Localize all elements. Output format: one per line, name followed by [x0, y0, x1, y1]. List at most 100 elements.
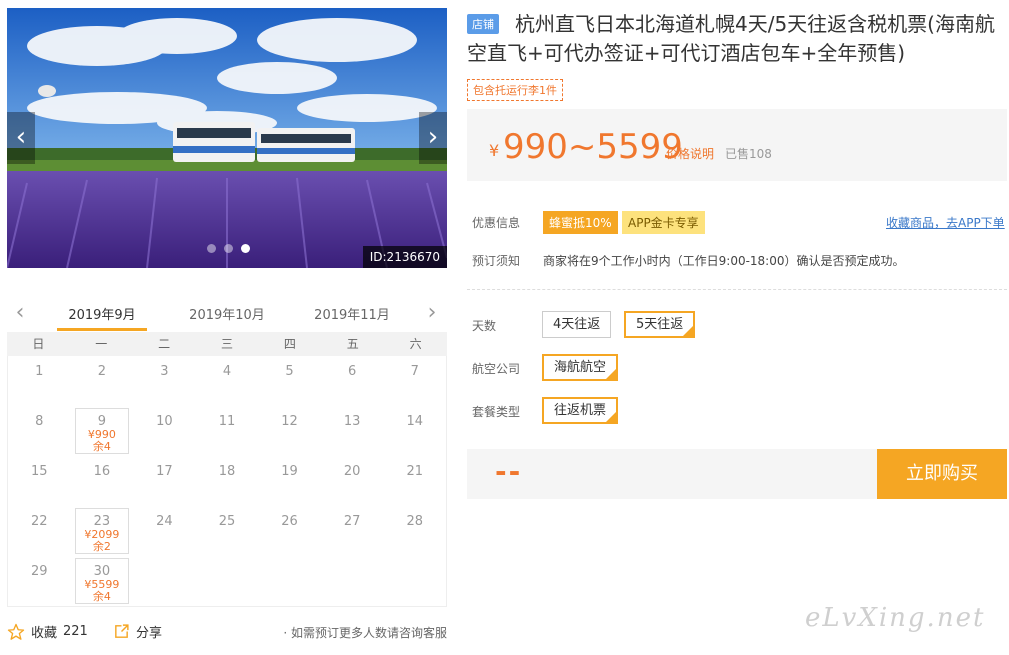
calendar-day: 3: [133, 356, 196, 406]
calendar-day: 16: [71, 456, 134, 506]
calendar-day: 4: [196, 356, 259, 406]
weekday-label: 一: [95, 337, 108, 351]
calendar-day: 13: [321, 406, 384, 456]
share-label: 分享: [136, 626, 163, 641]
calendar-day-remaining: 余4: [92, 440, 111, 453]
calendar-day-available[interactable]: 30 ¥5599 余4: [71, 556, 134, 606]
option-airline-hainan[interactable]: 海航航空: [542, 354, 619, 381]
weekday-label: 五: [346, 337, 359, 351]
calendar-day: 6: [321, 356, 384, 406]
calendar-day-remaining: 余2: [92, 540, 111, 553]
photo-id-label: ID:2136670: [362, 246, 447, 268]
section-divider: [467, 289, 1007, 290]
purchase-bar: -- 立即购买: [467, 449, 1007, 499]
selected-price-placeholder: --: [495, 455, 523, 488]
option-package-round-trip[interactable]: 往返机票: [542, 397, 619, 424]
weekday-label: 日: [32, 337, 45, 351]
calendar-day-number: 19: [281, 464, 298, 479]
calendar-day-number: 8: [35, 414, 44, 429]
calendar-day: 1: [8, 356, 71, 406]
calendar-day-number: 27: [343, 514, 361, 529]
booking-notice-label: 预订须知: [472, 254, 521, 268]
calendar-day-number: 30: [93, 564, 111, 579]
calendar-day-number: 10: [156, 414, 173, 429]
tab-month-3[interactable]: 2019年11月: [307, 304, 397, 323]
calendar-day-available[interactable]: 9 ¥990 余4: [71, 406, 134, 456]
chevron-left-icon: ‹: [15, 122, 27, 152]
promo-badge-honey: 蜂蜜抵10%: [543, 211, 618, 234]
calendar-day: 29: [8, 556, 71, 606]
favorite-label: 收藏: [31, 626, 58, 641]
calendar-day-number: 29: [31, 564, 48, 579]
calendar-day-number: 11: [218, 414, 236, 429]
calendar-day-number: 12: [281, 414, 298, 429]
price-explanation-link[interactable]: 价格说明: [666, 145, 714, 162]
calendar-day-number: 3: [160, 364, 169, 379]
calendar-day-number: 26: [281, 514, 298, 529]
weekday-label: 二: [158, 337, 171, 351]
calendar-day-number: 7: [410, 364, 419, 379]
calendar-day-number: 13: [343, 414, 361, 429]
promo-badge-app-gold: APP金卡专享: [622, 211, 705, 234]
share-button[interactable]: 分享: [113, 622, 162, 641]
tab-month-2[interactable]: 2019年10月: [182, 304, 272, 323]
site-watermark: eLvXing.net: [805, 603, 986, 633]
calendar-day-number: 22: [31, 514, 48, 529]
photo-prev-button[interactable]: ‹: [7, 112, 35, 164]
calendar-day: 11: [196, 406, 259, 456]
chevron-right-icon: ›: [427, 122, 439, 152]
calendar-prev-button[interactable]: ‹: [9, 300, 31, 325]
month-tabs: ‹ 2019年9月 2019年10月 2019年11月 ›: [7, 296, 447, 332]
calendar-day-number: 28: [406, 514, 423, 529]
calendar-day-number: 15: [31, 464, 48, 479]
calendar-day-number: 20: [343, 464, 361, 479]
calendar-day-number: 16: [93, 464, 111, 479]
calendar-day-number: 5: [285, 364, 294, 379]
calendar-day-remaining: 余4: [92, 590, 111, 603]
photo-next-button[interactable]: ›: [419, 112, 447, 164]
option-5-days[interactable]: 5天往返: [624, 311, 696, 338]
calendar-day: 12: [258, 406, 321, 456]
weekday-label: 六: [409, 337, 422, 351]
booking-notice-text: 商家将在9个工作小时内（工作日9:00-18:00）确认是否预定成功。: [543, 254, 905, 268]
calendar-day: 8: [8, 406, 71, 456]
photo-dot[interactable]: [224, 244, 233, 253]
product-photo[interactable]: ‹ › ID:2136670: [7, 8, 447, 268]
option-4-days[interactable]: 4天往返: [542, 311, 612, 338]
sold-count: 已售108: [725, 147, 772, 161]
buy-now-button[interactable]: 立即购买: [877, 449, 1007, 499]
product-header: 店铺 杭州直飞日本北海道札幌4天/5天往返含税机票(海南航空直飞+可代办签证+可…: [467, 10, 1007, 68]
calendar-day-available[interactable]: 23 ¥2099 余2: [71, 506, 134, 556]
calendar-day-number: 17: [156, 464, 173, 479]
weekday-label: 四: [283, 337, 296, 351]
tab-month-1[interactable]: 2019年9月: [57, 304, 147, 323]
weekday-header: 日一二三四五六: [7, 332, 447, 356]
shop-badge: 店铺: [467, 14, 499, 34]
calendar-next-button[interactable]: ›: [421, 300, 443, 325]
favorite-button[interactable]: 收藏 221: [7, 622, 88, 641]
lavender-train-photo: [7, 8, 447, 268]
weekday-label: 三: [220, 337, 233, 351]
photo-pagination: [207, 244, 250, 253]
favorite-app-link[interactable]: 收藏商品，去APP下单: [886, 214, 1005, 231]
calendar-day-number: 1: [35, 364, 44, 379]
photo-dot[interactable]: [207, 244, 216, 253]
baggage-tag: 包含托运行李1件: [467, 79, 563, 101]
calendar-day-number: 4: [222, 364, 232, 379]
calendar-day: 7: [383, 356, 446, 406]
calendar-day: 15: [8, 456, 71, 506]
active-month-indicator: [57, 328, 147, 331]
favorite-count: 221: [63, 624, 88, 639]
calendar-day-number: 14: [406, 414, 423, 429]
calendar-day-number: 25: [218, 514, 236, 529]
calendar-day-number: 2: [97, 364, 106, 379]
calendar-day: 17: [133, 456, 196, 506]
photo-dot[interactable]: [241, 244, 250, 253]
calendar-day: 18: [196, 456, 259, 506]
share-icon: [115, 624, 129, 638]
calendar-day: 2: [71, 356, 134, 406]
calendar-day: 24: [133, 506, 196, 556]
package-type-label: 套餐类型: [472, 405, 521, 419]
calendar-day: 19: [258, 456, 321, 506]
calendar-day-number: 6: [347, 364, 357, 379]
